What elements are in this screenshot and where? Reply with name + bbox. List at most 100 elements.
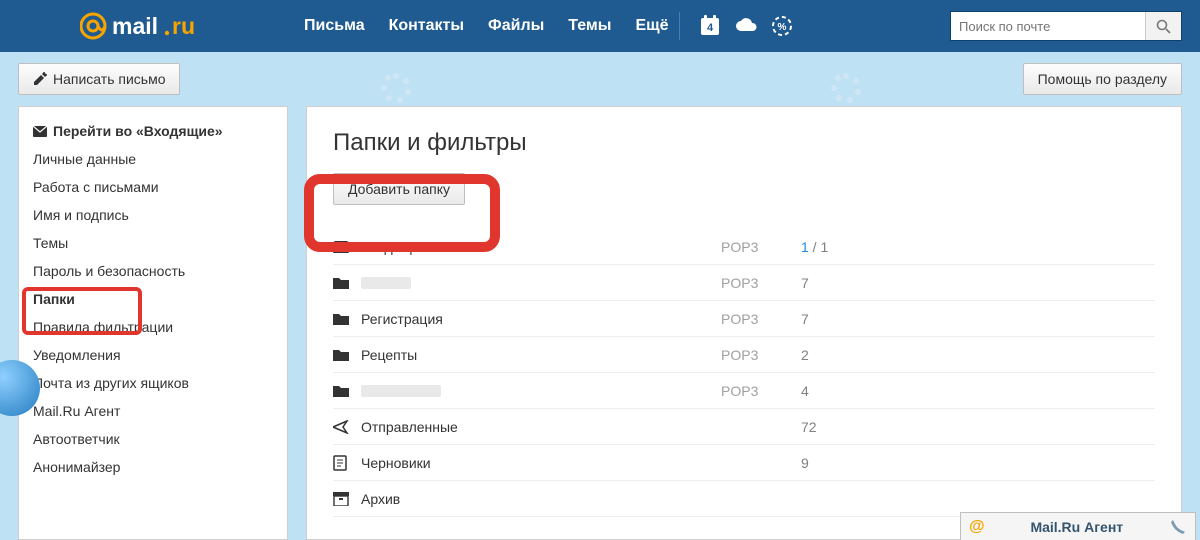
sidebar-item-2[interactable]: Работа с письмами (19, 173, 287, 201)
folder-icon (333, 312, 353, 325)
main-nav: Письма Контакты Файлы Темы Ещё (300, 13, 673, 39)
add-folder-button[interactable]: Добавить папку (333, 173, 465, 205)
folder-protocol: POP3 (721, 383, 801, 399)
content-panel: Папки и фильтры Добавить папку ВходящиеP… (306, 106, 1182, 540)
sidebar-item-label: Правила фильтрации (33, 318, 173, 336)
sidebar-item-label: Работа с письмами (33, 178, 159, 196)
archive-icon (333, 492, 353, 506)
folder-count: 72 (801, 419, 817, 435)
sent-icon (333, 420, 353, 434)
decorative-dots (380, 72, 412, 104)
page-title: Папки и фильтры (333, 129, 1155, 157)
redacted-text (361, 277, 411, 289)
top-header: mail ru Письма Контакты Файлы Темы Ещё 4 (0, 0, 1200, 52)
sidebar-item-5[interactable]: Пароль и безопасность (19, 257, 287, 285)
add-folder-label: Добавить папку (348, 181, 450, 197)
redacted-text (361, 385, 441, 397)
folder-count: 7 (801, 275, 809, 291)
folder-protocol: POP3 (721, 239, 801, 255)
folder-row[interactable]: РецептыPOP32 (333, 337, 1155, 373)
folder-protocol: POP3 (721, 347, 801, 363)
sidebar-item-9[interactable]: Почта из других ящиков (19, 369, 287, 397)
header-icons: 4 % (698, 14, 794, 38)
sidebar-item-label: Пароль и безопасность (33, 262, 185, 280)
compose-label: Написать письмо (53, 71, 165, 87)
folder-name (361, 277, 721, 289)
sidebar-item-12[interactable]: Анонимайзер (19, 453, 287, 481)
sidebar-item-10[interactable]: Mail.Ru Агент (19, 397, 287, 425)
folder-name (361, 385, 721, 397)
phone-icon[interactable] (1169, 518, 1187, 536)
sidebar-item-label: Почта из других ящиков (33, 374, 189, 392)
nav-contacts[interactable]: Контакты (385, 13, 468, 39)
sidebar-item-7[interactable]: Правила фильтрации (19, 313, 287, 341)
nav-mail[interactable]: Письма (300, 13, 369, 39)
nav-files[interactable]: Файлы (484, 13, 548, 39)
svg-text:mail: mail (112, 13, 158, 39)
bonus-icon[interactable]: % (770, 14, 794, 38)
folder-icon (333, 276, 353, 289)
agent-label: Mail.Ru Агент (1030, 519, 1123, 535)
logo[interactable]: mail ru (80, 0, 220, 52)
sidebar-item-0[interactable]: Перейти во «Входящие» (19, 117, 287, 145)
folder-count: 2 (801, 347, 809, 363)
draft-icon (333, 455, 353, 471)
sidebar-item-label: Темы (33, 234, 68, 252)
folder-count: 4 (801, 383, 809, 399)
sidebar-item-1[interactable]: Личные данные (19, 145, 287, 173)
sidebar-item-6[interactable]: Папки (19, 285, 287, 313)
folder-name: Черновики (361, 455, 721, 471)
nav-more[interactable]: Ещё (631, 13, 672, 39)
sidebar-item-label: Анонимайзер (33, 458, 120, 476)
sidebar-item-label: Имя и подпись (33, 206, 129, 224)
folder-row[interactable]: РегистрацияPOP37 (333, 301, 1155, 337)
folder-name: Входящие (361, 239, 721, 255)
folder-name: Рецепты (361, 347, 721, 363)
folder-name: Архив (361, 491, 721, 507)
folder-protocol: POP3 (721, 311, 801, 327)
mail-icon (33, 126, 47, 137)
sidebar-item-label: Автоответчик (33, 430, 120, 448)
inbox-icon (333, 241, 353, 253)
sidebar-item-label: Папки (33, 290, 75, 308)
sidebar-item-label: Перейти во «Входящие» (53, 122, 223, 140)
folder-count: 7 (801, 311, 809, 327)
edit-icon (33, 72, 47, 86)
sidebar-item-label: Уведомления (33, 346, 121, 364)
search-button[interactable] (1145, 12, 1181, 40)
svg-text:4: 4 (706, 22, 713, 34)
folder-list: ВходящиеPOP31 / 1POP37РегистрацияPOP37Ре… (333, 229, 1155, 517)
folder-count: 1 / 1 (801, 239, 828, 255)
settings-sidebar: Перейти во «Входящие» Личные данные Работа… (18, 106, 288, 540)
folder-row[interactable]: ВходящиеPOP31 / 1 (333, 229, 1155, 265)
calendar-icon[interactable]: 4 (698, 14, 722, 38)
folder-protocol: POP3 (721, 275, 801, 291)
nav-themes[interactable]: Темы (564, 13, 615, 39)
folder-icon (333, 348, 353, 361)
folder-row[interactable]: POP37 (333, 265, 1155, 301)
sidebar-item-8[interactable]: Уведомления (19, 341, 287, 369)
search-icon (1156, 19, 1171, 34)
sidebar-item-4[interactable]: Темы (19, 229, 287, 257)
help-button[interactable]: Помощь по разделу (1023, 63, 1182, 95)
sidebar-item-11[interactable]: Автоответчик (19, 425, 287, 453)
action-row: Написать письмо Помощь по разделу (0, 52, 1200, 106)
folder-row[interactable]: Черновики 9 (333, 445, 1155, 481)
decorative-dots (830, 72, 862, 104)
svg-text:%: % (777, 22, 786, 33)
folder-count: 9 (801, 455, 809, 471)
help-label: Помощь по разделу (1038, 71, 1167, 87)
folder-icon (333, 384, 353, 397)
sidebar-item-3[interactable]: Имя и подпись (19, 201, 287, 229)
folder-name: Регистрация (361, 311, 721, 327)
folder-row[interactable]: POP34 (333, 373, 1155, 409)
sidebar-item-label: Личные данные (33, 150, 136, 168)
folder-row[interactable]: Отправленные72 (333, 409, 1155, 445)
sidebar-item-label: Mail.Ru Агент (33, 402, 120, 420)
search-input[interactable] (951, 19, 1145, 34)
compose-button[interactable]: Написать письмо (18, 63, 180, 95)
svg-text:ru: ru (172, 13, 195, 39)
cloud-icon[interactable] (734, 14, 758, 38)
agent-bar[interactable]: @ Mail.Ru Агент (960, 512, 1196, 540)
search-box (950, 11, 1182, 41)
